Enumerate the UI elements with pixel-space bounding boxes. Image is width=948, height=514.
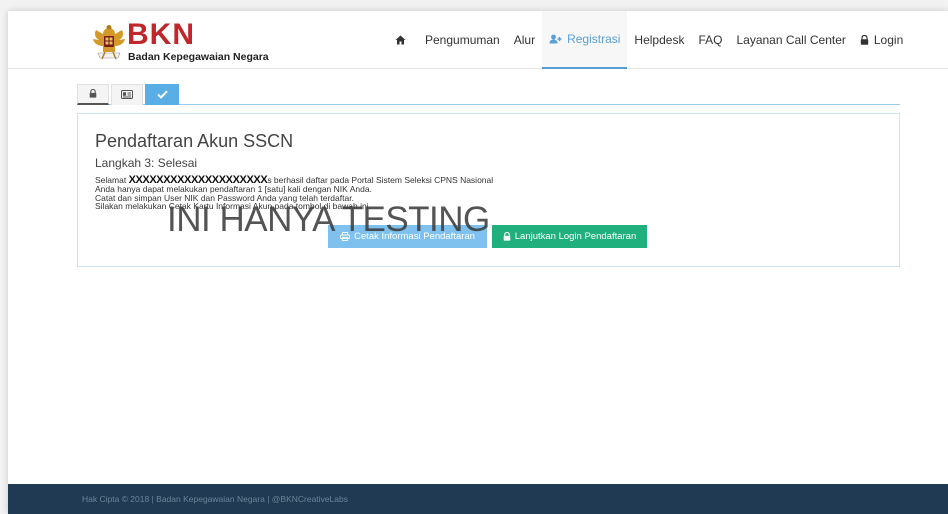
nav-call-center[interactable]: Layanan Call Center xyxy=(729,11,852,69)
message-line-4: Silakan melakukan Cetak Kartu Informasi … xyxy=(95,201,371,212)
nav-pengumuman[interactable]: Pengumuman xyxy=(418,11,507,69)
completion-message: Selamat XXXXXXXXXXXXXXXXXXXXs berhasil d… xyxy=(95,175,493,212)
panel-subtitle: Langkah 3: Selesai xyxy=(95,156,198,170)
nav-home[interactable] xyxy=(388,11,418,69)
logo-text: BKN xyxy=(127,18,195,51)
footer: Hak Cipta © 2018 | Badan Kepegawaian Neg… xyxy=(8,484,948,514)
garuda-emblem-icon xyxy=(93,25,125,60)
logo-subtitle: Badan Kepegawaian Negara xyxy=(128,51,269,63)
lock-icon xyxy=(503,232,511,241)
nav-helpdesk[interactable]: Helpdesk xyxy=(627,11,691,69)
step-tabs xyxy=(77,84,900,105)
brand-logo[interactable]: BKN Badan Kepegawaian Negara xyxy=(90,18,270,63)
navbar: BKN Badan Kepegawaian Negara Pengumuman … xyxy=(8,11,948,69)
main-nav: Pengumuman Alur Registrasi Helpdesk FAQ … xyxy=(388,11,910,69)
print-info-button[interactable]: Cetak Informasi Pendaftaran xyxy=(328,225,487,248)
registration-complete-panel: Pendaftaran Akun SSCN Langkah 3: Selesai… xyxy=(77,113,900,267)
print-icon xyxy=(340,232,350,241)
home-icon xyxy=(395,35,406,45)
check-icon xyxy=(156,86,168,104)
tab-step-2[interactable] xyxy=(111,84,143,105)
footer-copyright: Hak Cipta © 2018 | Badan Kepegawaian Neg… xyxy=(82,494,348,504)
nav-alur[interactable]: Alur xyxy=(507,11,542,69)
continue-login-button[interactable]: Lanjutkan Login Pendaftaran xyxy=(492,225,647,248)
user-plus-icon xyxy=(549,34,562,44)
tab-step-3[interactable] xyxy=(145,84,179,105)
lock-icon xyxy=(860,35,869,45)
nav-login[interactable]: Login xyxy=(853,11,910,69)
nav-registrasi[interactable]: Registrasi xyxy=(542,11,628,69)
lock-icon xyxy=(89,85,97,103)
id-card-icon xyxy=(121,86,133,104)
panel-title: Pendaftaran Akun SSCN xyxy=(95,131,294,151)
tab-step-1[interactable] xyxy=(77,84,109,105)
page-frame: BKN Badan Kepegawaian Negara Pengumuman … xyxy=(8,11,948,514)
nav-faq[interactable]: FAQ xyxy=(691,11,729,69)
